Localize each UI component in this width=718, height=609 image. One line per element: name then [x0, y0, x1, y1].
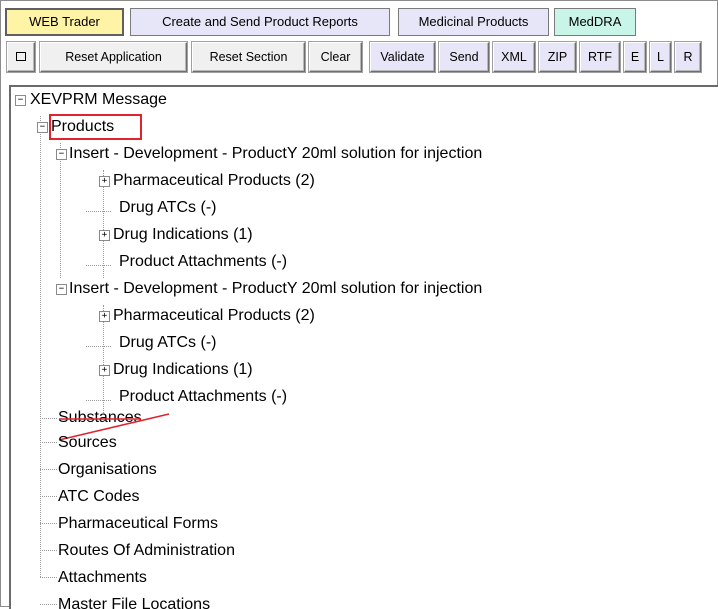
tree-node-drug-indications[interactable]: + Drug Indications (1)	[99, 357, 253, 383]
tab-medicinal-products[interactable]: Medicinal Products	[398, 8, 549, 36]
tree-guide-line	[40, 442, 57, 443]
validate-button[interactable]: Validate	[370, 42, 435, 72]
tree-node-attachments[interactable]: Attachments	[58, 565, 147, 591]
zip-button[interactable]: ZIP	[539, 42, 576, 72]
collapse-icon[interactable]: −	[56, 284, 67, 295]
xevprm-tree: − XEVPRM Message − Products − Insert - D…	[9, 85, 718, 609]
tree-guide-line	[40, 418, 57, 419]
expand-icon[interactable]: +	[99, 311, 110, 322]
tree-guide-line	[86, 211, 111, 212]
tree-guide-line	[40, 577, 57, 578]
tree-node-pharmaceutical-products[interactable]: + Pharmaceutical Products (2)	[99, 303, 315, 329]
tree-node-sources[interactable]: Sources	[58, 430, 117, 456]
l-button[interactable]: L	[650, 42, 671, 72]
tree-node-product[interactable]: − Insert - Development - ProductY 20ml s…	[56, 276, 482, 302]
tree-guide-line	[86, 346, 111, 347]
square-button[interactable]	[7, 42, 35, 72]
tree-node-atc-codes[interactable]: ATC Codes	[58, 484, 140, 510]
r-button[interactable]: R	[675, 42, 701, 72]
tree-node-pharmaceutical-forms[interactable]: Pharmaceutical Forms	[58, 511, 218, 537]
tab-meddra[interactable]: MedDRA	[554, 8, 636, 36]
expand-icon[interactable]: +	[99, 176, 110, 187]
send-button[interactable]: Send	[439, 42, 489, 72]
tree-guide-line	[40, 523, 57, 524]
collapse-icon[interactable]: −	[56, 149, 67, 160]
tree-node-root[interactable]: − XEVPRM Message	[15, 87, 167, 113]
square-icon	[16, 52, 26, 62]
tab-web-trader[interactable]: WEB Trader	[5, 8, 124, 36]
tree-node-pharmaceutical-products[interactable]: + Pharmaceutical Products (2)	[99, 168, 315, 194]
clear-button[interactable]: Clear	[309, 42, 362, 72]
tree-node-routes-of-administration[interactable]: Routes Of Administration	[58, 538, 235, 564]
tree-node-product[interactable]: − Insert - Development - ProductY 20ml s…	[56, 141, 482, 167]
tab-create-send-product-reports[interactable]: Create and Send Product Reports	[130, 8, 390, 36]
tree-guide-line	[86, 265, 111, 266]
tree-guide-line	[40, 550, 57, 551]
tree-node-drug-indications[interactable]: + Drug Indications (1)	[99, 222, 253, 248]
e-button[interactable]: E	[624, 42, 646, 72]
tree-guide-line	[40, 469, 57, 470]
tree-node-master-file-locations[interactable]: Master File Locations	[58, 592, 210, 609]
expand-icon[interactable]: +	[99, 365, 110, 376]
tree-guide-line	[40, 604, 57, 605]
reset-section-button[interactable]: Reset Section	[192, 42, 305, 72]
tree-node-drug-atcs[interactable]: Drug ATCs (-)	[119, 330, 216, 356]
tree-guide-line	[40, 496, 57, 497]
xml-button[interactable]: XML	[493, 42, 535, 72]
rtf-button[interactable]: RTF	[580, 42, 620, 72]
tree-node-product-attachments[interactable]: Product Attachments (-)	[119, 249, 287, 275]
collapse-icon[interactable]: −	[15, 95, 26, 106]
tree-node-drug-atcs[interactable]: Drug ATCs (-)	[119, 195, 216, 221]
expand-icon[interactable]: +	[99, 230, 110, 241]
tree-guide-line	[86, 400, 111, 401]
tree-guide-line	[40, 116, 41, 577]
tree-node-organisations[interactable]: Organisations	[58, 457, 157, 483]
reset-application-button[interactable]: Reset Application	[40, 42, 187, 72]
collapse-icon[interactable]: −	[37, 122, 48, 133]
highlight-box	[49, 114, 142, 140]
